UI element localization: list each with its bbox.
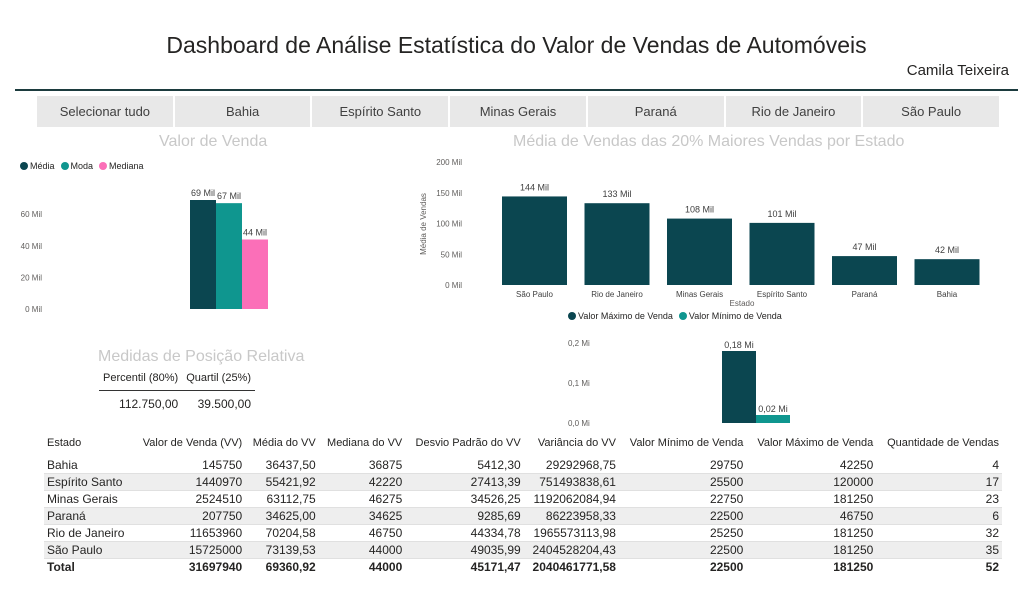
statistics-table-header: Estado Valor de Venda (VV) Média do VV Medi… [44,434,1002,457]
table-cell: 22750 [618,490,747,508]
total-cell: 45171,47 [405,558,524,575]
table-row: Rio de Janeiro 11653960 70204,58 46750 44334… [44,524,1002,542]
table-cell: 1965573113,98 [523,524,619,542]
position-measures-title: Medidas de Posição Relativa [98,348,305,365]
table-cell: 73139,53 [245,541,319,559]
column-header[interactable]: Média do VV [245,434,319,457]
bar-1 [722,351,756,423]
percentile-header: Percentil (80%) [103,372,179,384]
table-cell: Bahia [44,457,133,474]
table-cell: 49035,99 [405,541,524,559]
column-header[interactable]: Desvio Padrão do VV [405,434,523,457]
table-cell: 29750 [618,457,747,474]
percentile-value: 112.750,00 [99,390,183,411]
table-cell: Paraná [44,507,133,525]
column-header[interactable]: Valor de Venda (VV) [133,434,245,457]
table-cell: 32 [876,524,1002,542]
table-cell: 46275 [318,490,406,508]
table-cell: 145750 [132,457,246,474]
total-cell: 52 [876,558,1002,575]
column-header[interactable]: Estado [44,434,133,457]
column-header[interactable]: Valor Mínimo de Venda [619,434,746,457]
table-cell: 120000 [746,473,877,491]
statistics-table-total-row: Total 31697940 69360,92 44000 45171,47 204046… [44,558,1002,575]
table-cell: 11653960 [132,524,246,542]
table-cell: 55421,92 [245,473,319,491]
table-cell: 29292968,75 [523,457,619,474]
table-cell: 44334,78 [405,524,524,542]
column-header[interactable]: Quantidade de Vendas [876,434,1002,457]
total-cell: 22500 [618,558,747,575]
quartile-header: Quartil (25%) [186,372,251,384]
data-label: 0,18 Mi [724,340,754,350]
table-cell: 181250 [746,541,877,559]
table-cell: 36437,50 [245,457,319,474]
total-cell: 31697940 [132,558,246,575]
table-cell: 22500 [618,541,747,559]
table-cell: 2404528204,43 [523,541,619,559]
table-cell: 35 [876,541,1002,559]
table-cell: 86223958,33 [523,507,619,525]
table-row: Espírito Santo 1440970 55421,92 42220 27413,… [44,473,1002,491]
table-cell: 207750 [132,507,246,525]
table-cell: 27413,39 [405,473,524,491]
position-measures-table: Percentil (80%) Quartil (25%) 112.750,00… [99,372,255,411]
data-label: 0,02 Mi [758,404,788,414]
total-cell: Total [44,558,133,575]
table-cell: 181250 [746,490,877,508]
table-cell: 751493838,61 [523,473,619,491]
total-cell: 69360,92 [245,558,319,575]
table-cell: 15725000 [132,541,246,559]
total-cell: 2040461771,58 [523,558,619,575]
column-header[interactable]: Valor Máximo de Venda [746,434,876,457]
table-row: Paraná 207750 34625,00 34625 9285,69 86223958… [44,507,1002,525]
table-cell: 63112,75 [245,490,319,508]
table-row: Minas Gerais 2524510 63112,75 46275 34526,25… [44,490,1002,508]
total-cell: 181250 [746,558,877,575]
table-cell: 70204,58 [245,524,319,542]
table-cell: 25500 [618,473,747,491]
table-cell: 23 [876,490,1002,508]
table-cell: 9285,69 [405,507,524,525]
table-cell: 34625 [318,507,406,525]
table-cell: Minas Gerais [44,490,133,508]
table-row: Bahia 145750 36437,50 36875 5412,30 29292968,… [44,457,1002,474]
table-cell: 1440970 [132,473,246,491]
table-cell: 34625,00 [245,507,319,525]
table-cell: 42220 [318,473,406,491]
table-cell: Espírito Santo [44,473,133,491]
table-cell: 6 [876,507,1002,525]
table-cell: 42250 [746,457,877,474]
table-cell: 44000 [318,541,406,559]
table-cell: 17 [876,473,1002,491]
y-tick-label: 0,1 Mi [568,379,590,388]
table-cell: 46750 [746,507,877,525]
table-cell: 2524510 [132,490,246,508]
table-cell: São Paulo [44,541,133,559]
y-tick-label: 0,2 Mi [568,339,590,348]
table-cell: 34526,25 [405,490,524,508]
column-header[interactable]: Variância do VV [524,434,619,457]
bar-2 [756,415,790,423]
table-row: São Paulo 15725000 73139,53 44000 49035,99 24… [44,541,1002,559]
table-cell: 36875 [318,457,406,474]
quartile-value: 39.500,00 [182,390,255,411]
table-cell: 4 [876,457,1002,474]
table-cell: 1192062084,94 [523,490,619,508]
table-cell: 46750 [318,524,406,542]
total-cell: 44000 [318,558,406,575]
y-tick-label: 0,0 Mi [568,419,590,428]
table-cell: 25250 [618,524,747,542]
table-cell: 22500 [618,507,747,525]
table-cell: 181250 [746,524,877,542]
column-header[interactable]: Mediana do VV [319,434,406,457]
table-cell: 5412,30 [405,457,524,474]
statistics-table: Estado Valor de Venda (VV) Média do VV Medi… [44,434,1002,575]
table-cell: Rio de Janeiro [44,524,133,542]
